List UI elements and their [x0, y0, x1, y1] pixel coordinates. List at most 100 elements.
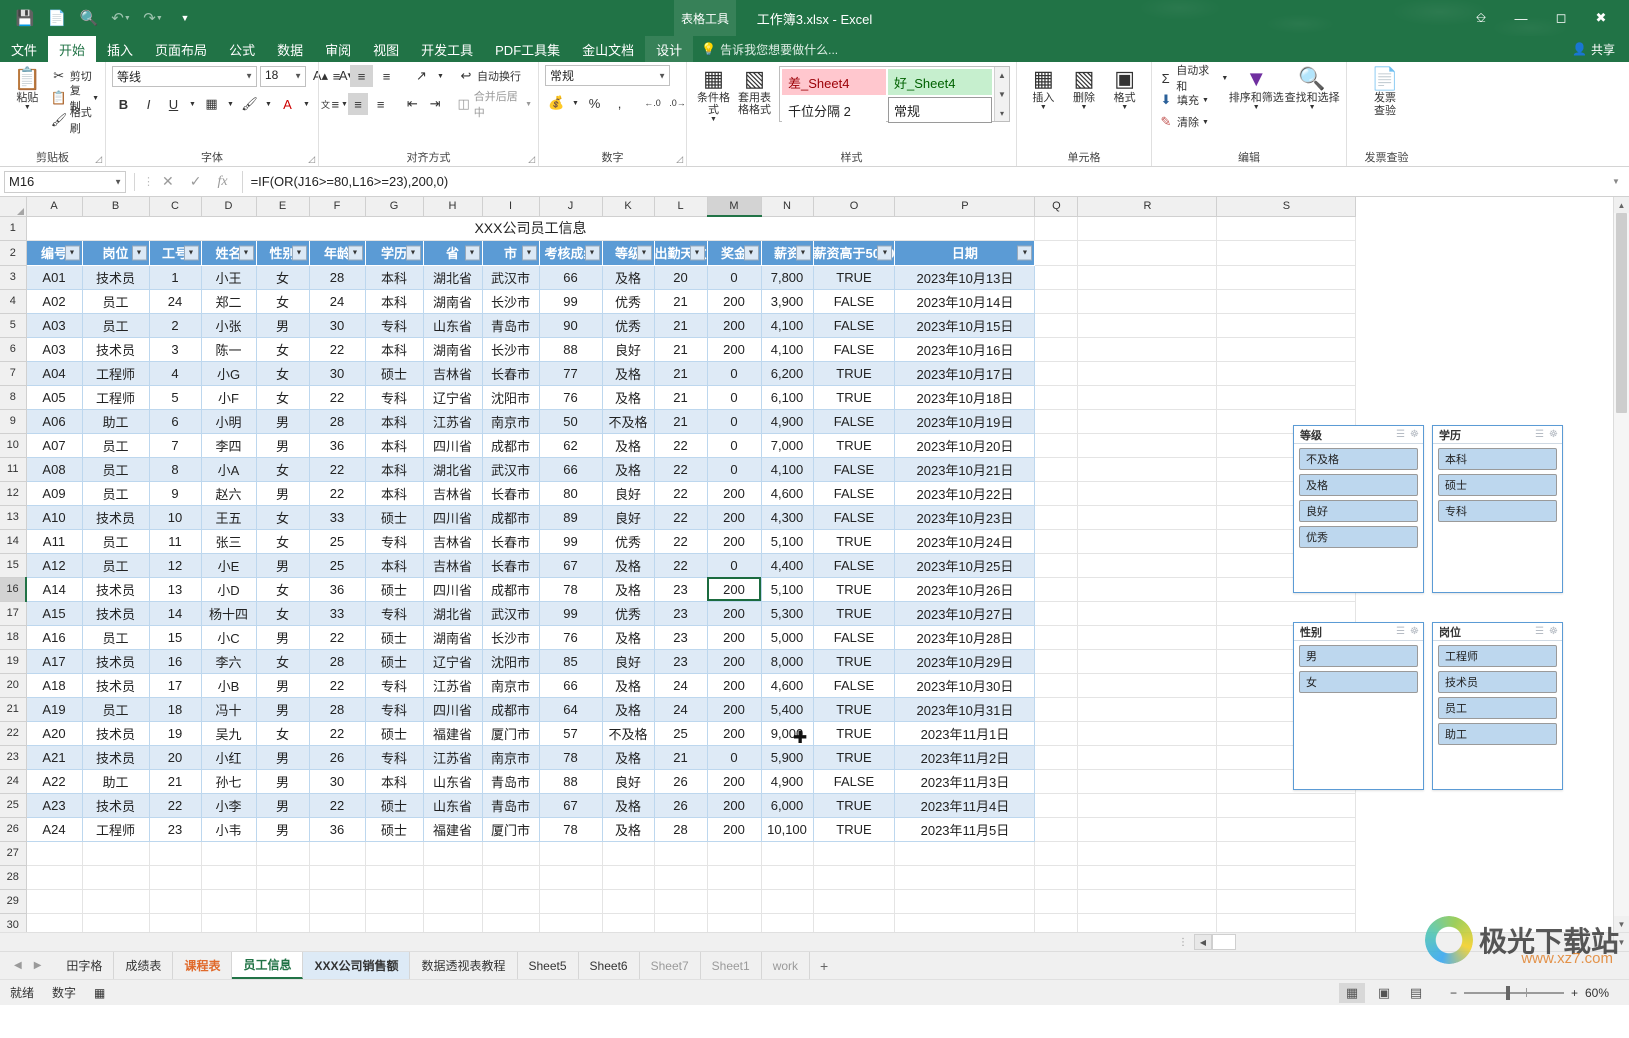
chevron-down-icon[interactable]: ▼ [294, 72, 302, 81]
empty-cell[interactable] [1216, 289, 1357, 314]
table-cell[interactable]: 良好 [602, 769, 655, 794]
customize-qat-icon[interactable]: ▼ [170, 5, 200, 31]
next-sheet-icon[interactable]: ▶ [34, 960, 42, 971]
table-cell[interactable]: A22 [26, 769, 83, 794]
table-cell[interactable]: 0 [707, 745, 762, 770]
clear-filter-icon[interactable]: ☸ [1410, 429, 1419, 440]
filter-dropdown-icon[interactable]: ▼ [1017, 245, 1033, 260]
table-cell[interactable]: 吉林省 [423, 481, 483, 506]
table-cell[interactable]: 21 [654, 745, 708, 770]
table-cell[interactable]: 南京市 [482, 673, 540, 698]
empty-cell[interactable] [761, 913, 814, 932]
row-header-8[interactable]: 8 [0, 385, 27, 410]
table-cell[interactable]: 5,100 [761, 529, 814, 554]
empty-cell[interactable] [1077, 289, 1218, 314]
table-cell[interactable]: 21 [654, 289, 708, 314]
empty-cell[interactable] [1077, 481, 1218, 506]
filter-dropdown-icon[interactable]: ▼ [347, 245, 363, 260]
table-cell[interactable]: 2023年10月28日 [894, 625, 1036, 650]
empty-cell[interactable] [602, 865, 655, 890]
table-cell[interactable]: TRUE [813, 433, 896, 458]
align-top-icon[interactable]: ≡ [325, 65, 348, 87]
table-cell[interactable]: A12 [26, 553, 83, 578]
table-cell[interactable]: 22 [309, 385, 366, 410]
table-cell[interactable]: 吴九 [201, 721, 257, 746]
empty-cell[interactable] [1034, 433, 1079, 458]
empty-cell[interactable] [1077, 673, 1218, 698]
empty-cell[interactable] [539, 889, 603, 914]
table-cell[interactable]: 2023年11月2日 [894, 745, 1036, 770]
row-header-30[interactable]: 30 [0, 913, 27, 932]
table-cell[interactable]: 11 [149, 529, 202, 554]
column-header-K[interactable]: K [602, 197, 655, 217]
table-cell[interactable]: 0 [707, 361, 762, 386]
sheet-tab[interactable]: 数据透视表教程 [410, 952, 518, 979]
empty-cell[interactable] [1034, 697, 1079, 722]
empty-cell[interactable] [654, 913, 708, 932]
chevron-down-icon[interactable]: ▼ [1309, 104, 1316, 111]
table-cell[interactable]: 4,600 [761, 481, 814, 506]
empty-cell[interactable] [602, 841, 655, 866]
cell-style-comma2[interactable]: 千位分隔 2 [782, 97, 886, 123]
font-name-input[interactable]: 等线 ▼ [112, 65, 257, 87]
format-painter-button[interactable]: 🖌 格式刷 [51, 107, 99, 135]
empty-cell[interactable] [26, 841, 83, 866]
font-color-icon[interactable]: A [276, 93, 299, 115]
table-cell[interactable]: FALSE [813, 409, 896, 434]
table-cell[interactable]: 男 [256, 553, 310, 578]
column-header-B[interactable]: B [82, 197, 150, 217]
slicer-item[interactable]: 专科 [1438, 500, 1557, 522]
sheet-tab[interactable]: 课程表 [173, 952, 233, 979]
table-cell[interactable]: 优秀 [602, 529, 655, 554]
tab-view[interactable]: 视图 [362, 36, 410, 62]
chevron-down-icon[interactable]: ▼ [1040, 104, 1047, 111]
table-cell[interactable]: A16 [26, 625, 83, 650]
table-cell[interactable]: 14 [149, 601, 202, 626]
maximize-icon[interactable]: ◻ [1541, 3, 1581, 33]
table-cell[interactable]: 22 [149, 793, 202, 818]
table-cell[interactable]: 23 [654, 625, 708, 650]
minimize-icon[interactable]: — [1501, 3, 1541, 33]
wrap-text-button[interactable]: ↩ 自动换行 [458, 65, 521, 87]
table-cell[interactable]: 专科 [365, 529, 424, 554]
table-cell[interactable]: 小C [201, 625, 257, 650]
column-header-I[interactable]: I [482, 197, 540, 217]
table-cell[interactable]: 硕士 [365, 625, 424, 650]
table-cell[interactable]: 33 [309, 601, 366, 626]
table-cell[interactable]: 30 [309, 361, 366, 386]
table-cell[interactable]: 5,100 [761, 577, 814, 602]
table-cell[interactable]: 6,100 [761, 385, 814, 410]
table-cell[interactable]: 湖南省 [423, 625, 483, 650]
table-cell[interactable]: 男 [256, 745, 310, 770]
table-cell[interactable]: 2023年10月31日 [894, 697, 1036, 722]
table-cell[interactable]: 湖南省 [423, 337, 483, 362]
cell-styles-scrollbar[interactable]: ▲ ▼ ▾ [994, 67, 1009, 121]
number-dialog-launcher[interactable]: ◿ [676, 154, 683, 165]
empty-cell[interactable] [1077, 649, 1218, 674]
empty-cell[interactable] [1077, 625, 1218, 650]
insert-cells-button[interactable]: ▦ 插入 ▼ [1023, 65, 1064, 112]
increase-decimal-icon[interactable]: ←.0 [641, 92, 664, 114]
table-cell[interactable]: 青岛市 [482, 313, 540, 338]
sort-filter-button[interactable]: ▼ 排序和筛选 ▼ [1228, 65, 1284, 112]
table-cell[interactable]: TRUE [813, 721, 896, 746]
column-header-E[interactable]: E [256, 197, 310, 217]
empty-cell[interactable] [1077, 889, 1218, 914]
column-header-P[interactable]: P [894, 197, 1036, 217]
table-cell[interactable]: 36 [309, 577, 366, 602]
table-cell[interactable]: 本科 [365, 481, 424, 506]
empty-cell[interactable] [1216, 841, 1357, 866]
table-cell[interactable]: 良好 [602, 337, 655, 362]
table-cell[interactable]: TRUE [813, 601, 896, 626]
table-cell[interactable]: 22 [309, 457, 366, 482]
fill-color-icon[interactable]: 🖌 [238, 93, 261, 115]
slicer-item[interactable]: 硕士 [1438, 474, 1557, 496]
table-cell[interactable]: 22 [309, 625, 366, 650]
slicer-xueli[interactable]: 学历 ☰ ☸ 本科 硕士 专科 [1432, 425, 1563, 593]
empty-cell[interactable] [707, 865, 762, 890]
empty-cell[interactable] [654, 841, 708, 866]
sheet-tab[interactable]: Sheet7 [640, 952, 701, 979]
table-cell[interactable]: 28 [309, 265, 366, 290]
table-cell[interactable]: 6,200 [761, 361, 814, 386]
chevron-down-icon[interactable]: ▼ [225, 93, 236, 115]
